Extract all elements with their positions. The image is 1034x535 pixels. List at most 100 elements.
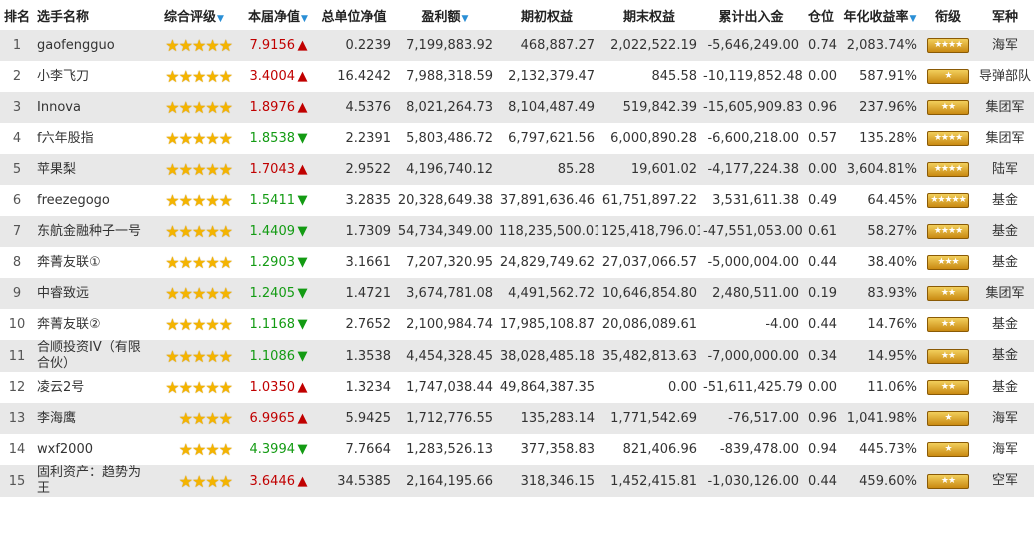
table-row: 9 中睿致远 ★★★★★ 1.2405 ▼ 1.4721 3,674,781.08…: [0, 278, 1034, 309]
cum-flow-cell: -4.00: [765, 317, 799, 332]
star-icon: ★: [191, 409, 206, 428]
start-equity-cell: 118,235,500.01: [499, 224, 598, 239]
player-name-link[interactable]: 东航金融种子一号: [34, 216, 146, 247]
player-name-link[interactable]: wxf2000: [34, 434, 146, 465]
annual-return-cell: 1,041.98%: [846, 411, 917, 426]
star-icon: ★: [205, 160, 219, 179]
sort-icon[interactable]: ▼: [301, 14, 308, 24]
week-nav-cell: 4.3994 ▼: [242, 434, 314, 465]
profit-cell: 54,734,349.00: [397, 224, 493, 239]
player-name-link[interactable]: 合顺投资IV（有限合伙）: [34, 340, 146, 372]
rank-insignia-icon: ★: [927, 442, 969, 457]
star-icon: ★: [191, 284, 206, 303]
arrow-up-icon: ▲: [297, 380, 308, 395]
header-profit[interactable]: 盈利额▼: [394, 0, 496, 30]
arrow-down-icon: ▼: [297, 317, 308, 332]
star-icon: ★: [205, 315, 219, 334]
rank-insignia-icon: ★★★★★: [927, 193, 969, 208]
star-icon: ★: [165, 191, 179, 210]
end-equity-cell: 10,646,854.80: [601, 286, 697, 301]
table-row: 11 合顺投资IV（有限合伙） ★★★★★ 1.1086 ▼ 1.3538 4,4…: [0, 340, 1034, 372]
arrow-up-icon: ▲: [297, 69, 308, 84]
table-row: 8 奔菁友联① ★★★★★ 1.2903 ▼ 3.1661 7,207,320.9…: [0, 247, 1034, 278]
arrow-up-icon: ▲: [297, 162, 308, 177]
rank-insignia-icon: ★★: [927, 286, 969, 301]
start-equity-cell: 2,132,379.47: [508, 69, 595, 84]
star-icon: ★: [191, 471, 206, 491]
end-equity-cell: 125,418,796.01: [601, 224, 700, 239]
player-name-link[interactable]: freezegogo: [34, 185, 146, 216]
player-name-link[interactable]: 小李飞刀: [34, 61, 146, 92]
player-name-link[interactable]: 凌云2号: [34, 372, 146, 403]
arrow-down-icon: ▼: [297, 224, 308, 239]
unit-nav-cell: 1.3234: [345, 380, 392, 395]
army-cell: 基金: [991, 254, 1018, 270]
annual-return-cell: 3,604.81%: [846, 162, 917, 177]
title-cell: ★★★★: [920, 154, 976, 185]
player-name-link[interactable]: 苹果梨: [34, 154, 146, 185]
start-equity-cell: 377,358.83: [520, 442, 595, 457]
title-cell: ★★★: [920, 247, 976, 278]
star-icon: ★: [178, 98, 193, 117]
sort-icon[interactable]: ▼: [462, 14, 469, 24]
week-nav-value: 1.7043: [249, 162, 296, 177]
player-name-link[interactable]: 固利资产：趋势为王: [34, 465, 146, 497]
week-nav-cell: 1.1168 ▼: [242, 309, 314, 340]
star-icon: ★: [178, 253, 193, 272]
arrow-down-icon: ▼: [297, 131, 308, 146]
army-cell: 集团军: [985, 99, 1025, 115]
rank-insignia-icon: ★: [927, 411, 969, 426]
rank-insignia-icon: ★★: [927, 100, 969, 115]
rating-stars: ★★★★★: [146, 309, 242, 340]
player-name-link[interactable]: Innova: [34, 92, 146, 123]
star-icon: ★: [218, 471, 233, 491]
sort-icon[interactable]: ▼: [217, 14, 224, 24]
rank-insignia-icon: ★★★★: [927, 162, 969, 177]
star-icon: ★: [205, 409, 219, 428]
end-equity-cell: 519,842.39: [622, 100, 697, 115]
position-cell: 0.94: [808, 442, 837, 457]
rating-stars: ★★★★★: [146, 154, 242, 185]
profit-cell: 3,674,781.08: [406, 286, 493, 301]
week-nav-cell: 7.9156 ▲: [242, 30, 314, 61]
arrow-down-icon: ▼: [297, 442, 308, 457]
rating-stars: ★★★★: [146, 465, 242, 497]
player-name-link[interactable]: 奔菁友联①: [34, 247, 146, 278]
start-equity-cell: 4,491,562.72: [508, 286, 595, 301]
header-annual-return[interactable]: 年化收益率▼: [840, 0, 920, 30]
player-name-link[interactable]: 李海鹰: [34, 403, 146, 434]
player-name-link[interactable]: 中睿致远: [34, 278, 146, 309]
player-name-link[interactable]: 奔菁友联②: [34, 309, 146, 340]
rank-cell: 14: [8, 442, 26, 457]
header-rating[interactable]: 综合评级▼: [146, 0, 242, 30]
header-week-nav[interactable]: 本届净值▼: [242, 0, 314, 30]
week-nav-value: 1.0350: [249, 380, 296, 395]
player-name-link[interactable]: gaofengguo: [34, 30, 146, 61]
player-name-link[interactable]: f六年股指: [34, 123, 146, 154]
star-icon: ★: [178, 440, 193, 459]
cum-flow-cell: -15,605,909.83: [703, 100, 802, 115]
end-equity-cell: 845.58: [651, 69, 698, 84]
cum-flow-cell: -5,646,249.00: [707, 38, 799, 53]
title-cell: ★★: [920, 92, 976, 123]
star-icon: ★: [178, 471, 193, 491]
title-cell: ★★★★: [920, 216, 976, 247]
end-equity-cell: 1,452,415.81: [610, 473, 697, 489]
rank-cell: 8: [12, 255, 22, 270]
position-cell: 0.00: [808, 380, 837, 395]
position-cell: 0.44: [808, 317, 837, 332]
end-equity-cell: 27,037,066.57: [601, 255, 697, 270]
rank-insignia-icon: ★★★★: [927, 224, 969, 239]
start-equity-cell: 318,346.15: [520, 473, 595, 489]
profit-cell: 1,747,038.44: [406, 380, 493, 395]
start-equity-cell: 85.28: [557, 162, 595, 177]
title-cell: ★★: [920, 372, 976, 403]
army-cell: 陆军: [991, 161, 1018, 177]
rank-insignia-icon: ★★: [927, 473, 969, 489]
star-icon: ★: [218, 378, 233, 397]
star-icon: ★: [165, 284, 179, 303]
rank-insignia-icon: ★★★: [927, 255, 969, 270]
profit-cell: 5,803,486.72: [406, 131, 493, 146]
sort-icon[interactable]: ▼: [910, 14, 917, 24]
title-cell: ★: [920, 403, 976, 434]
